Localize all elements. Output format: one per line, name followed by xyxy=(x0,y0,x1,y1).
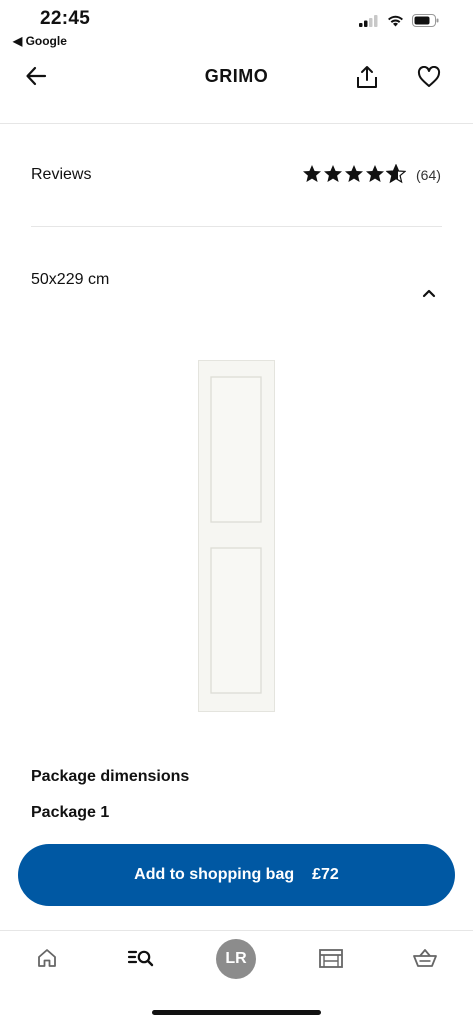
chevron-up-icon[interactable] xyxy=(418,282,440,304)
product-image xyxy=(198,360,275,712)
add-to-bag-label: Add to shopping bag xyxy=(134,866,295,883)
section-divider xyxy=(31,226,442,227)
rating-stars[interactable] xyxy=(302,164,406,184)
star-icon xyxy=(366,165,384,182)
wifi-icon xyxy=(388,15,403,26)
tab-basket[interactable] xyxy=(405,943,445,973)
battery-icon xyxy=(412,14,439,27)
review-count: (64) xyxy=(416,167,441,183)
package-dimensions-heading: Package dimensions xyxy=(31,768,190,785)
tab-search[interactable] xyxy=(121,943,161,973)
star-icon xyxy=(324,165,342,182)
star-icon xyxy=(345,165,363,182)
share-icon[interactable] xyxy=(352,62,382,92)
basket-icon xyxy=(413,949,437,967)
add-to-bag-button[interactable]: Add to shopping bag £72 xyxy=(18,844,455,906)
tab-store[interactable] xyxy=(311,943,351,973)
page-title: GRIMO xyxy=(204,66,269,86)
package-item-heading: Package 1 xyxy=(31,804,110,821)
price-label: £72 xyxy=(312,866,339,883)
status-icons xyxy=(359,14,439,27)
avatar[interactable]: LR xyxy=(216,939,256,979)
home-indicator xyxy=(152,1010,321,1015)
search-list-icon xyxy=(127,950,154,967)
back-to-app-link[interactable]: ◀ Google xyxy=(13,34,67,48)
header-divider xyxy=(0,123,473,124)
status-time: 22:45 xyxy=(40,8,91,29)
home-icon xyxy=(38,949,56,967)
size-label[interactable]: 50x229 cm xyxy=(31,271,109,289)
half-star-icon xyxy=(386,164,406,184)
star-icon xyxy=(303,165,321,182)
favourite-heart-icon[interactable] xyxy=(414,62,444,92)
reviews-label[interactable]: Reviews xyxy=(31,166,91,184)
store-icon xyxy=(319,949,343,968)
signal-icon xyxy=(359,14,378,27)
tab-home[interactable] xyxy=(27,943,67,973)
